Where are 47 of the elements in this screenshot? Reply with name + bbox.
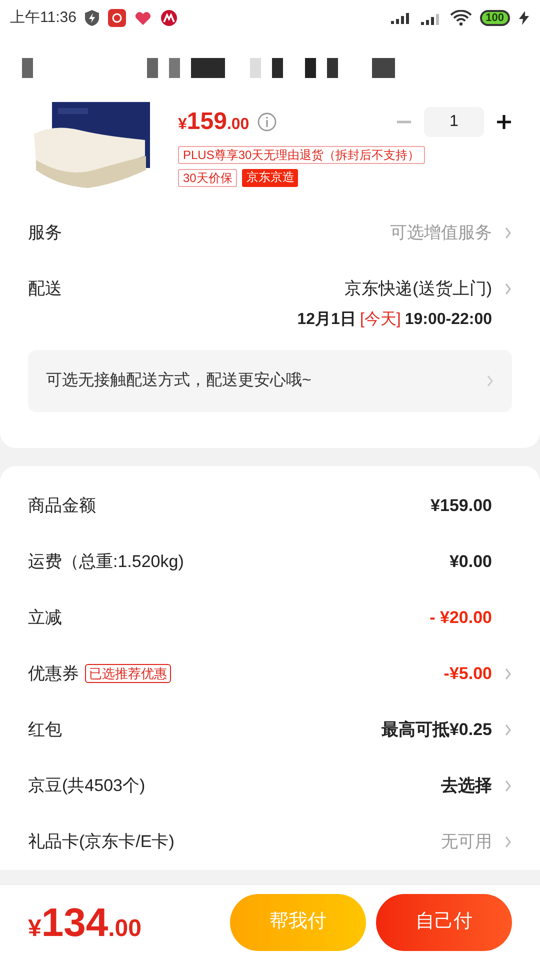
summary-label: 京豆(共4503个) <box>28 774 146 797</box>
status-time: 上午11:36 <box>10 8 76 28</box>
chevron-icon <box>504 724 512 736</box>
chevron-icon <box>504 282 512 295</box>
delivery-value[interactable]: 京东快递(送货上门) <box>344 276 492 302</box>
summary-label: 立减 <box>28 606 62 629</box>
wifi-icon <box>450 10 472 26</box>
summary-label: 运费（总重:1.520kg) <box>28 550 184 573</box>
notice-text: 可选无接触配送方式，配送更安心哦~ <box>46 370 312 390</box>
summary-label: 红包 <box>28 718 62 741</box>
delivery-date: 12月1日 <box>297 310 356 330</box>
quantity-field[interactable]: 1 <box>424 107 484 137</box>
chevron-icon <box>504 836 512 848</box>
summary-label: 礼品卡(京东卡/E卡) <box>28 830 174 853</box>
summary-value: - ¥20.00 <box>430 606 492 629</box>
chevron-icon <box>486 374 494 386</box>
battery-level: 100 <box>480 10 510 26</box>
charging-icon <box>518 11 530 25</box>
heart-icon <box>134 9 152 27</box>
app-icon <box>108 9 126 27</box>
summary-label: 商品金额 <box>28 494 96 517</box>
product-tag: 京东京造 <box>242 169 298 187</box>
chevron-icon <box>504 780 512 792</box>
product-tag: 30天价保 <box>178 169 238 187</box>
delivery-label: 配送 <box>28 278 62 300</box>
chevron-icon <box>504 668 512 680</box>
shield-icon <box>84 9 100 27</box>
total-price: ¥134.00 <box>28 900 142 946</box>
product-price: ¥159.00 <box>178 107 250 137</box>
plus-icon[interactable] <box>496 114 512 130</box>
delivery-day: [今天] <box>360 308 401 332</box>
service-label: 服务 <box>28 222 62 244</box>
info-icon[interactable] <box>257 112 278 132</box>
delivery-time: 19:00-22:00 <box>404 310 492 330</box>
product-tag: PLUS尊享30天无理由退货（拆封后不支持） <box>178 146 425 164</box>
summary-value[interactable]: 去选择 <box>441 772 492 798</box>
summary-value: ¥0.00 <box>449 550 492 573</box>
coupon-badge: 已选推荐优惠 <box>85 664 171 683</box>
summary-value[interactable]: -¥5.00 <box>444 660 492 686</box>
bank-logo-icon <box>160 9 178 27</box>
contactless-notice[interactable]: 可选无接触配送方式，配送更安心哦~ <box>28 350 512 412</box>
summary-value[interactable]: 最高可抵¥0.25 <box>381 716 492 742</box>
signal-icon <box>390 11 412 25</box>
summary-label: 优惠券 <box>28 662 79 685</box>
chevron-icon <box>504 227 512 239</box>
summary-value: ¥159.00 <box>430 494 492 517</box>
pay-button[interactable]: 自己付 <box>376 894 512 951</box>
